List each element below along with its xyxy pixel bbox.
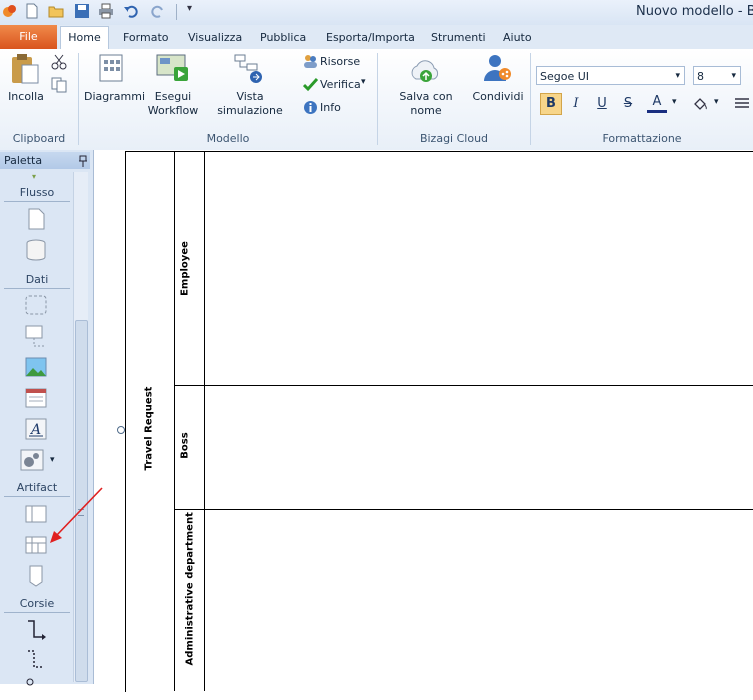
customize-dropdown-icon[interactable]: ▾	[187, 3, 192, 14]
underline-button[interactable]: U	[592, 94, 612, 114]
bizagi-cloud-group-label: Bizagi Cloud	[419, 132, 489, 145]
text-annotation-icon[interactable]	[24, 324, 48, 348]
font-size-combo[interactable]: 8 ▾	[693, 66, 741, 85]
tab-strumenti[interactable]: Strumenti	[431, 29, 486, 47]
annotation-arrow-icon	[50, 487, 103, 543]
clipboard-group-label: Clipboard	[12, 132, 66, 145]
save-icon[interactable]	[74, 3, 90, 19]
ribbon-tabs: File Home Formato Visualizza Pubblica Es…	[0, 25, 753, 50]
tab-formato[interactable]: Formato	[123, 29, 169, 47]
lane-divider	[174, 509, 753, 510]
simulation-view-icon[interactable]	[233, 53, 265, 85]
data-store-icon[interactable]	[24, 238, 48, 262]
strikethrough-button[interactable]: S	[618, 94, 638, 114]
share-user-icon[interactable]	[482, 53, 512, 83]
info-icon[interactable]	[303, 100, 318, 115]
font-color-button[interactable]: A	[647, 93, 667, 113]
phase-icon[interactable]	[24, 564, 48, 588]
toolbar-divider	[176, 4, 177, 20]
italic-button[interactable]: I	[566, 94, 586, 114]
data-object-icon[interactable]	[24, 207, 48, 231]
palette-section-lanes[interactable]: Corsie	[4, 597, 70, 610]
verify-check-icon[interactable]	[303, 77, 318, 92]
lane-header-border	[204, 151, 205, 691]
resources-icon[interactable]	[303, 54, 318, 69]
custom-elements-dropdown-icon[interactable]: ▾	[50, 455, 55, 465]
tab-aiuto[interactable]: Aiuto	[503, 29, 532, 47]
lane-divider	[174, 385, 753, 386]
share-button[interactable]: Condividi	[470, 90, 526, 104]
bizagi-logo-icon	[3, 5, 16, 17]
palette-panel: Paletta ▾ Flusso Dati A ▾ Artifact Corsi…	[0, 150, 94, 686]
bold-button[interactable]: B	[540, 93, 562, 115]
font-name-value: Segoe UI	[540, 70, 590, 83]
run-workflow-button-line2[interactable]: Workflow	[146, 104, 200, 118]
tab-home[interactable]: Home	[60, 26, 109, 50]
paste-button[interactable]: Incolla	[4, 90, 48, 104]
run-workflow-icon[interactable]	[156, 53, 190, 83]
pin-icon[interactable]	[78, 155, 88, 167]
tab-esporta-importa[interactable]: Esporta/Importa	[326, 29, 415, 47]
font-size-value: 8	[697, 70, 704, 83]
window-title: Nuovo modello - Bi	[636, 4, 753, 19]
section-divider	[4, 201, 70, 202]
verify-button[interactable]: Verifica	[320, 78, 361, 91]
ribbon: Incolla Clipboard Diagrammi Esegui Workf…	[0, 49, 753, 151]
info-button[interactable]: Info	[320, 101, 341, 114]
pool-title[interactable]: Travel Request	[144, 379, 155, 479]
tab-pubblica[interactable]: Pubblica	[260, 29, 306, 47]
tab-visualizza[interactable]: Visualizza	[188, 29, 242, 47]
tab-file[interactable]: File	[0, 25, 57, 49]
save-as-cloud-button[interactable]: Salva con nome	[383, 90, 469, 118]
sequence-flow-icon[interactable]	[24, 618, 48, 642]
association-icon[interactable]	[24, 676, 48, 700]
paste-icon[interactable]	[10, 53, 40, 85]
open-folder-icon[interactable]	[48, 3, 64, 19]
collapse-chevron-icon[interactable]: ▾	[32, 172, 36, 181]
diagrams-icon[interactable]	[98, 53, 126, 83]
lane-title-employee[interactable]: Employee	[180, 229, 191, 309]
cut-icon[interactable]	[51, 54, 67, 70]
formatting-group-label: Formattazione	[602, 132, 682, 145]
font-name-combo[interactable]: Segoe UI ▾	[536, 66, 685, 85]
verify-dropdown-icon[interactable]: ▾	[361, 77, 366, 87]
run-workflow-button-line1[interactable]: Esegui	[146, 90, 200, 104]
palette-title: Paletta	[4, 154, 43, 167]
new-document-icon[interactable]	[24, 3, 40, 19]
fill-color-icon[interactable]	[692, 96, 708, 112]
palette-section-flow[interactable]: Flusso	[4, 186, 70, 199]
text-format-icon[interactable]: A	[24, 417, 48, 441]
section-divider	[4, 612, 70, 613]
message-flow-icon[interactable]	[24, 648, 48, 672]
cloud-save-icon[interactable]	[408, 57, 442, 85]
custom-elements-gear-icon[interactable]	[20, 448, 44, 472]
section-divider	[4, 288, 70, 289]
palette-section-data[interactable]: Dati	[4, 273, 70, 286]
fill-color-dropdown-icon[interactable]: ▾	[714, 97, 719, 107]
pool-travel-request[interactable]	[125, 151, 753, 692]
redo-icon[interactable]	[150, 3, 166, 19]
undo-icon[interactable]	[123, 3, 139, 19]
modello-group-label: Modello	[206, 132, 250, 145]
font-color-dropdown-icon[interactable]: ▾	[672, 97, 677, 107]
chevron-down-icon: ▾	[731, 71, 736, 81]
group-artifact-icon[interactable]	[24, 293, 48, 317]
pool-header-border	[174, 151, 175, 691]
diagram-canvas[interactable]: Travel Request Employee Boss Administrat…	[94, 150, 753, 692]
lane-title-administrative-department[interactable]: Administrative department	[185, 512, 196, 665]
lane-title-boss[interactable]: Boss	[180, 421, 191, 471]
align-text-icon[interactable]	[734, 97, 750, 111]
diagrams-button[interactable]: Diagrammi	[84, 90, 145, 104]
palette-header: Paletta	[0, 152, 90, 169]
chevron-down-icon: ▾	[675, 71, 680, 81]
title-bar: ▾ Nuovo modello - Bi	[0, 0, 753, 25]
print-icon[interactable]	[98, 3, 114, 19]
header-artifact-icon[interactable]	[24, 386, 48, 410]
simulation-view-button[interactable]: Vista simulazione	[204, 90, 296, 118]
resources-button[interactable]: Risorse	[320, 55, 360, 68]
connection-handle[interactable]	[117, 426, 125, 434]
copy-icon[interactable]	[51, 77, 67, 93]
image-icon[interactable]	[24, 355, 48, 379]
